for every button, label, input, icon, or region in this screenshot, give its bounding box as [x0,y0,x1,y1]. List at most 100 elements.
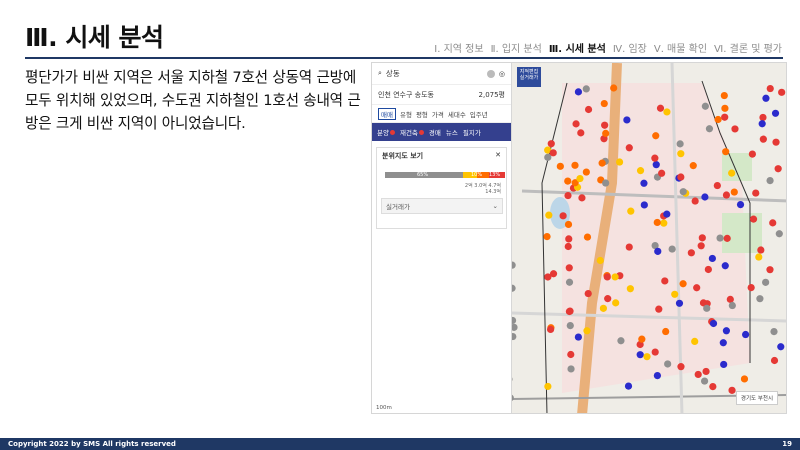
apartment-marker[interactable] [728,169,736,177]
apartment-marker[interactable] [636,167,645,175]
apartment-marker[interactable] [759,135,767,143]
apartment-marker[interactable] [677,363,685,371]
apartment-marker[interactable] [627,207,635,215]
apartment-marker[interactable] [543,232,551,241]
apartment-marker[interactable] [584,105,593,114]
apartment-marker[interactable] [651,154,659,162]
tab-households[interactable]: 세대수 [448,109,466,119]
nav-land-price[interactable]: 필지가 [463,127,481,137]
apartment-marker[interactable] [769,219,777,227]
nav-item-5[interactable]: Ⅴ. 매물 확인 [654,40,707,55]
apartment-marker[interactable] [582,85,590,93]
apartment-marker[interactable] [653,372,662,380]
apartment-marker[interactable] [662,327,670,336]
apartment-marker[interactable] [702,367,710,376]
location-row[interactable]: 인천 연수구 송도동 2,075평 [372,85,511,105]
apartment-marker[interactable] [722,148,730,156]
apartment-marker[interactable] [567,350,575,359]
apartment-marker[interactable] [774,165,782,173]
apartment-marker[interactable] [651,348,659,356]
apartment-marker[interactable] [722,327,731,335]
apartment-marker[interactable] [740,375,749,383]
nav-presale[interactable]: 분양 [377,127,395,137]
nav-rebuild[interactable]: 재건축 [400,127,424,137]
apartment-marker[interactable] [638,335,646,343]
apartment-marker[interactable] [574,88,583,96]
apartment-marker[interactable] [549,149,557,157]
tab-year[interactable]: 입주년 [470,109,488,119]
apartment-marker[interactable] [660,219,668,227]
tab-price[interactable]: 가격 [432,109,444,119]
apartment-marker[interactable] [617,337,625,345]
apartment-marker[interactable] [709,319,718,328]
apartment-marker[interactable] [640,201,648,209]
tab-trade[interactable]: 매매 [378,107,396,120]
apartment-marker[interactable] [762,278,770,286]
apartment-marker[interactable] [663,210,671,218]
apartment-marker[interactable] [721,104,729,112]
apartment-marker[interactable] [777,343,785,351]
apartment-marker[interactable] [720,91,728,100]
apartment-marker[interactable] [722,191,731,199]
apartment-marker[interactable] [677,150,685,158]
apartment-marker[interactable] [565,264,573,272]
nav-item-4[interactable]: Ⅳ. 임장 [613,40,647,55]
nav-item-2[interactable]: Ⅱ. 입지 분석 [491,40,542,55]
apartment-marker[interactable] [567,365,575,373]
apartment-marker[interactable] [596,256,604,265]
apartment-marker[interactable] [721,262,729,270]
apartment-marker[interactable] [671,290,679,298]
apartment-marker[interactable] [653,218,661,227]
apartment-marker[interactable] [601,121,609,129]
apartment-marker[interactable] [701,193,709,201]
apartment-marker[interactable] [603,273,611,281]
close-icon[interactable]: ✕ [495,151,501,161]
apartment-marker[interactable] [772,138,780,146]
apartment-marker[interactable] [546,325,555,334]
apartment-marker[interactable] [771,109,780,117]
apartment-marker[interactable] [689,162,697,170]
apartment-marker[interactable] [721,113,729,121]
apartment-marker[interactable] [676,140,684,148]
apartment-marker[interactable] [572,120,580,128]
apartment-marker[interactable] [623,116,631,124]
apartment-marker[interactable] [762,94,770,102]
apartment-marker[interactable] [547,140,555,148]
apartment-marker[interactable] [691,337,699,345]
apartment-marker[interactable] [723,234,731,242]
apartment-marker[interactable] [719,339,727,347]
apartment-marker[interactable] [742,330,750,339]
apartment-marker[interactable] [564,177,572,185]
apartment-marker[interactable] [626,285,634,293]
nav-news[interactable]: 뉴스 [446,127,458,137]
apartment-marker[interactable] [564,242,572,251]
apartment-marker[interactable] [565,235,573,243]
apartment-marker[interactable] [720,360,728,369]
apartment-marker[interactable] [625,243,633,251]
apartment-marker[interactable] [612,299,620,307]
apartment-marker[interactable] [708,254,716,263]
apartment-marker[interactable] [544,382,552,391]
apartment-marker[interactable] [602,129,610,137]
apartment-marker[interactable] [766,176,774,185]
apartment-marker[interactable] [778,88,786,96]
apartment-marker[interactable] [757,246,765,254]
apartment-marker[interactable] [566,307,574,315]
apartment-marker[interactable] [736,200,745,209]
apartment-marker[interactable] [545,211,553,219]
apartment-marker[interactable] [615,158,624,166]
apartment-marker[interactable] [549,270,558,278]
apartment-marker[interactable] [698,234,706,242]
apartment-marker[interactable] [643,353,651,361]
apartment-marker[interactable] [716,234,724,242]
apartment-marker[interactable] [748,150,756,158]
clear-icon[interactable] [486,69,495,78]
nav-auction[interactable]: 경매 [429,127,441,137]
cadastral-toggle-button[interactable]: 지적편집 실거래가 [517,67,541,87]
apartment-marker[interactable] [770,328,778,336]
apartment-marker[interactable] [759,113,767,122]
apartment-marker[interactable] [675,299,684,307]
apartment-marker[interactable] [571,161,579,169]
apartment-marker[interactable] [610,84,618,92]
apartment-marker[interactable] [728,301,736,310]
